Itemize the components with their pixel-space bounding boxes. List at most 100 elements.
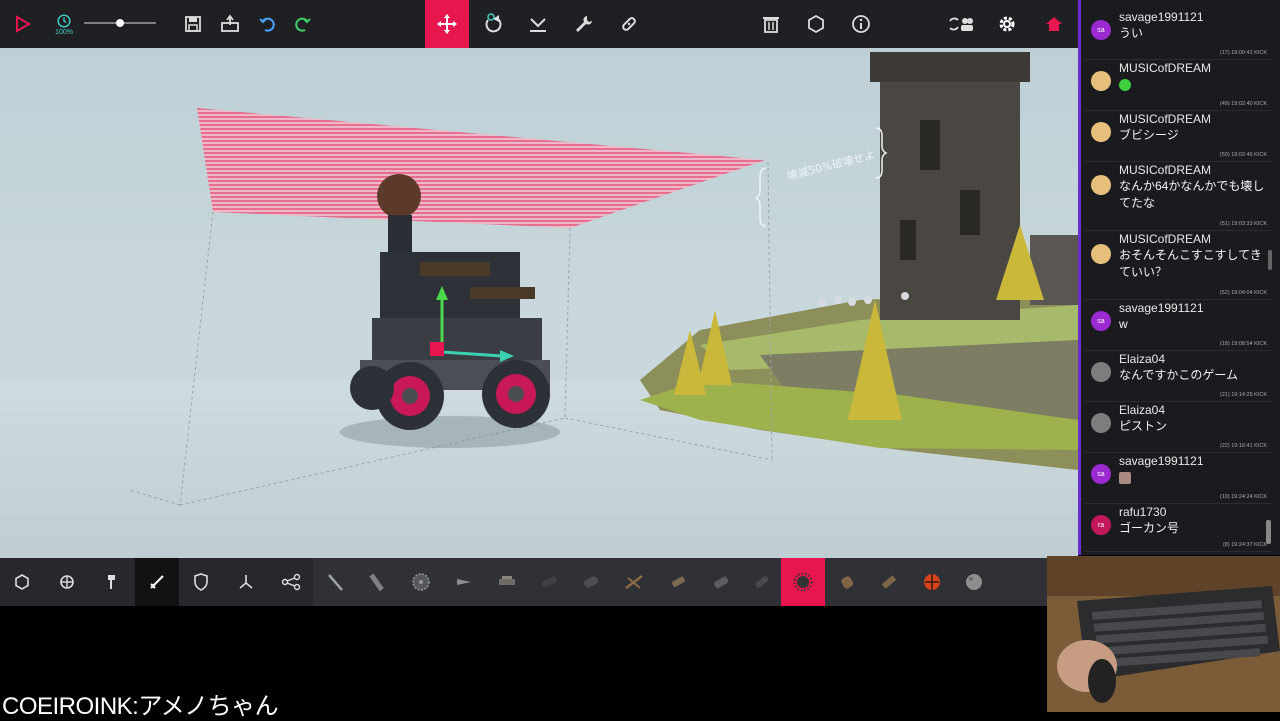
user-avatar[interactable]	[1091, 413, 1111, 433]
block-flamethrower[interactable]	[699, 558, 743, 606]
shield-icon	[194, 573, 208, 591]
chat-username[interactable]: savage1991121	[1119, 10, 1204, 24]
move-arrows-icon	[437, 14, 457, 34]
chat-message: MUSICofDREAM なんか64かなんかでも壊してたな (51) 19:03:3…	[1084, 161, 1273, 231]
category-automation[interactable]	[269, 558, 313, 606]
chat-message-meta[interactable]: (22) 19:16:41 KICK	[1220, 443, 1267, 449]
grenade-icon	[841, 576, 854, 589]
chat-username[interactable]: savage1991121	[1119, 301, 1204, 315]
chat-message-meta[interactable]: (8) 19:24:37 KICK	[1223, 542, 1267, 548]
flamethrower-icon	[714, 576, 729, 589]
trash-icon	[763, 17, 779, 33]
user-avatar[interactable]	[1091, 122, 1111, 142]
category-flight[interactable]	[224, 558, 268, 606]
chat-username[interactable]: MUSICofDREAM	[1119, 163, 1211, 177]
category-armour[interactable]	[179, 558, 223, 606]
user-avatar[interactable]	[1091, 362, 1111, 382]
time-scale-button[interactable]: 100%	[44, 0, 84, 48]
chat-message-meta[interactable]: (17) 19:00:42 KICK	[1220, 50, 1267, 56]
category-weaponry[interactable]	[135, 558, 179, 606]
piston-icon	[108, 575, 115, 589]
move-tool-button[interactable]	[425, 0, 469, 48]
chat-message-meta[interactable]: (51) 19:03:33 KICK	[1220, 221, 1267, 227]
user-avatar[interactable]: sa	[1091, 20, 1111, 40]
redo-icon	[295, 17, 311, 32]
rotate-tool-button[interactable]	[471, 0, 515, 48]
chat-username[interactable]: MUSICofDREAM	[1119, 232, 1211, 246]
chat-username[interactable]: Elaiza04	[1119, 403, 1165, 417]
block-drill[interactable]	[442, 558, 486, 606]
saw-icon	[412, 573, 430, 591]
build-zone-ceiling	[197, 108, 765, 228]
block-water-cannon[interactable]	[740, 558, 784, 606]
user-avatar[interactable]: sa	[1091, 464, 1111, 484]
user-avatar[interactable]	[1091, 244, 1111, 264]
block-blade[interactable]	[355, 558, 399, 606]
gear-icon	[999, 16, 1015, 32]
chat-message-meta[interactable]: (52) 19:04:04 KICK	[1220, 290, 1267, 296]
chat-message-meta[interactable]: (50) 19:02:46 KICK	[1220, 152, 1267, 158]
chat-message-meta[interactable]: (21) 19:14:25 KICK	[1220, 392, 1267, 398]
block-rocket[interactable]	[656, 558, 700, 606]
chat-message: Elaiza04 なんですかこのゲーム (21) 19:14:25 KICK	[1084, 350, 1273, 402]
block-boulder[interactable]	[952, 558, 996, 606]
redo-button[interactable]	[280, 0, 324, 48]
play-button[interactable]	[0, 0, 44, 48]
delete-button[interactable]	[749, 0, 793, 48]
block-bomb[interactable]	[910, 558, 954, 606]
game-viewport[interactable]: 壊滅50%破壊せよ 100%	[0, 0, 1078, 606]
chat-username[interactable]: MUSICofDREAM	[1119, 61, 1211, 75]
block-shrapnel-cannon[interactable]	[569, 558, 613, 606]
block-cannon[interactable]	[527, 558, 571, 606]
stream-chat-panel[interactable]: sa savage1991121 うい (17) 19:00:42 KICK MUSIC…	[1078, 0, 1280, 555]
chat-username[interactable]: Elaiza04	[1119, 352, 1165, 366]
category-locomotion[interactable]	[45, 558, 89, 606]
chat-message: MUSICofDREAM ブビシージ (50) 19:02:46 KICK	[1084, 110, 1273, 162]
chat-username[interactable]: rafu1730	[1119, 505, 1166, 519]
scene-canvas[interactable]: 壊滅50%破壊せよ	[0, 48, 1078, 558]
multiplayer-button[interactable]	[938, 0, 982, 48]
snap-tool-button[interactable]	[516, 0, 560, 48]
block-category-bar	[0, 558, 1078, 606]
chat-message-text: うい	[1119, 26, 1144, 40]
home-button[interactable]	[1032, 0, 1076, 48]
settings-button[interactable]	[985, 0, 1029, 48]
user-avatar[interactable]: ra	[1091, 515, 1111, 535]
block-crossbow[interactable]	[485, 558, 529, 606]
mirror-tool-button[interactable]	[607, 0, 651, 48]
chat-message-meta[interactable]: (49) 19:02:40 KICK	[1220, 101, 1267, 107]
chat-message: sa savage1991121 w (18) 19:08:54 KICK	[1084, 299, 1273, 351]
chat-scrollbar-thumb[interactable]	[1266, 520, 1271, 544]
spike-icon	[328, 574, 343, 591]
slider-handle[interactable]	[116, 19, 124, 27]
block-grenade[interactable]	[825, 558, 869, 606]
modify-tool-button[interactable]	[561, 0, 605, 48]
block-bomb-launcher[interactable]	[867, 558, 911, 606]
chat-message-meta[interactable]: (19) 19:24:24 KICK	[1220, 494, 1267, 500]
ballista-icon	[625, 575, 643, 589]
block-spiked-ball[interactable]	[781, 558, 825, 606]
user-avatar[interactable]	[1091, 71, 1111, 91]
time-scale-label: 100%	[55, 28, 73, 36]
category-mechanical[interactable]	[89, 558, 133, 606]
chat-scrollbar[interactable]	[1268, 250, 1272, 270]
block-saw[interactable]	[399, 558, 443, 606]
block-spike[interactable]	[313, 558, 357, 606]
info-button[interactable]	[839, 0, 883, 48]
sword-icon	[150, 575, 164, 589]
category-basic[interactable]	[0, 558, 44, 606]
centre-button[interactable]	[794, 0, 838, 48]
user-avatar[interactable]: sa	[1091, 311, 1111, 331]
chat-message-text: なんですかこのゲーム	[1119, 368, 1239, 382]
chat-message-meta[interactable]: (18) 19:08:54 KICK	[1220, 341, 1267, 347]
save-icon	[185, 16, 201, 32]
chat-message-text	[1119, 76, 1269, 96]
top-toolbar: 100%	[0, 0, 1078, 48]
user-avatar[interactable]	[1091, 175, 1111, 195]
propeller-icon	[239, 575, 253, 589]
chat-username[interactable]: savage1991121	[1119, 454, 1204, 468]
time-scale-slider[interactable]	[84, 19, 156, 27]
clock-icon	[57, 13, 71, 28]
chat-username[interactable]: MUSICofDREAM	[1119, 112, 1211, 126]
block-ballista[interactable]	[612, 558, 656, 606]
